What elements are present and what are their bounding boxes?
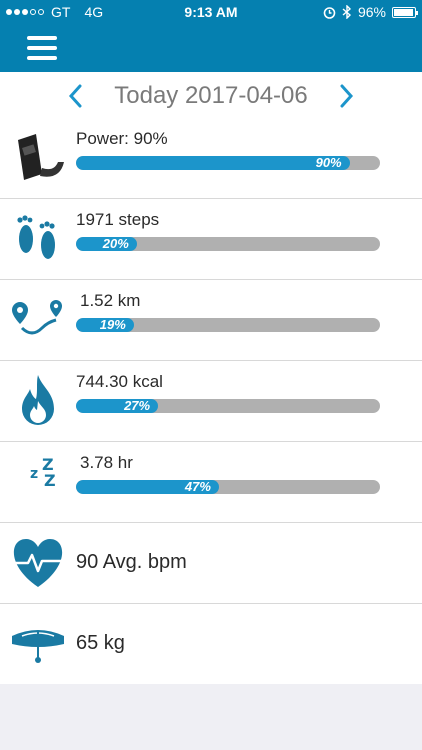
footprints-icon — [17, 215, 55, 259]
hamburger-icon — [27, 36, 57, 40]
empty-footer — [0, 684, 422, 750]
progress-percent: 90% — [315, 156, 342, 170]
progress-bar: 19% — [76, 318, 380, 332]
metric-label: 1.52 km — [80, 291, 141, 310]
metric-distance[interactable]: 1.52 km 19% — [0, 280, 422, 361]
metric-label: 3.78 hr — [80, 453, 133, 472]
alarm-icon — [323, 6, 336, 19]
battery-icon — [392, 6, 418, 18]
metric-steps[interactable]: 1971 steps 20% — [0, 199, 422, 280]
metric-weight[interactable]: 65 kg — [0, 604, 422, 685]
chevron-right-icon[interactable] — [334, 82, 358, 110]
route-pins-icon — [12, 300, 62, 335]
chevron-left-icon[interactable] — [64, 82, 88, 110]
app-header: GT 4G 9:13 AM 96% — [0, 0, 422, 72]
metric-label: 65 kg — [76, 632, 125, 654]
metric-sleep[interactable]: z Z Z 3.78 hr 47% — [0, 442, 422, 523]
sleep-moon-icon: z Z Z — [22, 455, 62, 505]
metric-label: 1971 steps — [76, 210, 160, 229]
metric-heart-rate[interactable]: 90 Avg. bpm — [0, 523, 422, 604]
svg-text:z: z — [30, 466, 38, 482]
metric-calories[interactable]: 744.30 kcal 27% — [0, 361, 422, 442]
progress-bar: 47% — [76, 480, 380, 494]
progress-percent: 27% — [124, 399, 151, 413]
scale-icon — [12, 630, 64, 663]
fitness-band-icon — [18, 134, 64, 180]
metric-label: 744.30 kcal — [76, 372, 163, 391]
metric-label: Power: 90% — [76, 129, 168, 148]
progress-bar: 90% — [76, 156, 380, 170]
battery-percent: 96% — [357, 4, 386, 20]
heart-rate-icon — [13, 539, 63, 587]
progress-bar: 20% — [76, 237, 380, 251]
metric-label: 90 Avg. bpm — [76, 551, 187, 573]
progress-percent: 47% — [184, 480, 211, 494]
flame-icon — [22, 375, 54, 425]
progress-percent: 20% — [102, 237, 129, 251]
menu-button[interactable] — [27, 36, 57, 60]
date-navigator: Today 2017-04-06 — [0, 72, 422, 118]
progress-percent: 19% — [99, 318, 126, 332]
hamburger-line — [27, 56, 57, 60]
dashboard: Today 2017-04-06 Power: 90% 90% 1971 ste… — [0, 72, 422, 685]
progress-bar: 27% — [76, 399, 380, 413]
metric-power[interactable]: Power: 90% 90% — [0, 118, 422, 199]
hamburger-line — [27, 46, 57, 50]
status-bar: GT 4G 9:13 AM 96% — [0, 0, 422, 24]
bluetooth-icon — [342, 5, 351, 19]
date-label: Today 2017-04-06 — [114, 82, 308, 109]
svg-text:Z: Z — [44, 471, 56, 490]
